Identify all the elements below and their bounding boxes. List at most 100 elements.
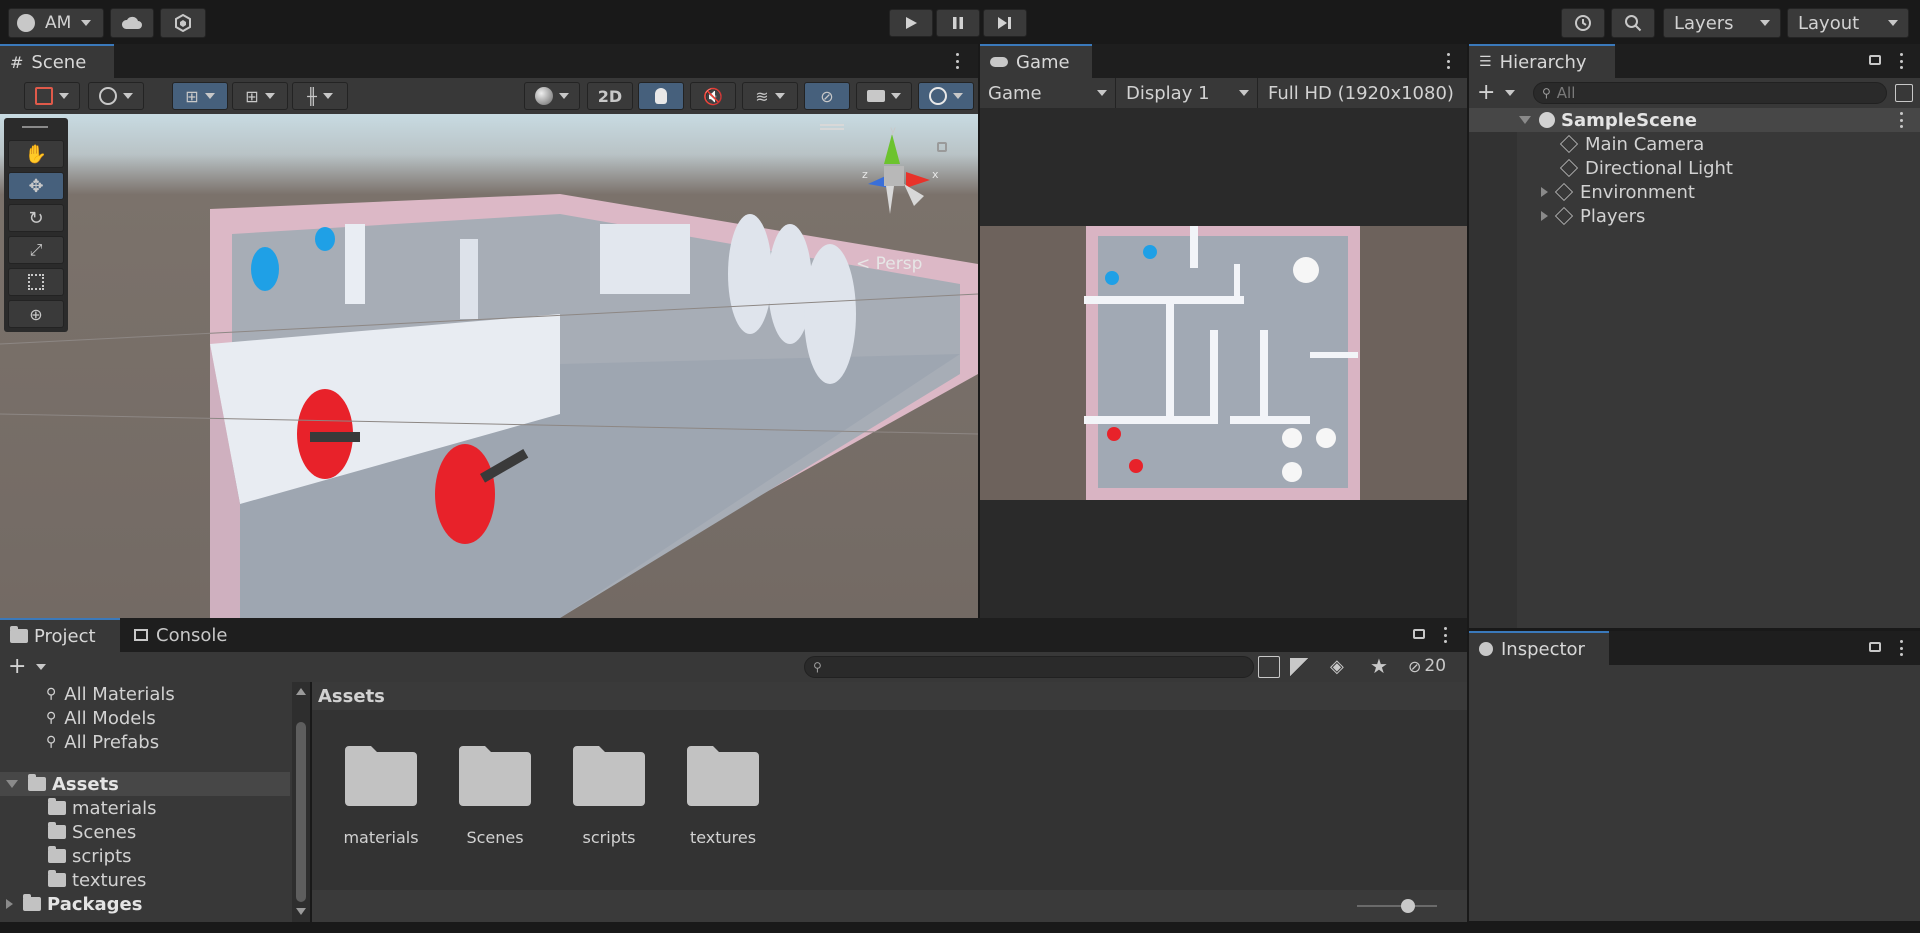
cloud-button[interactable] xyxy=(110,8,154,38)
slider-handle[interactable] xyxy=(1401,899,1415,913)
tree-packages-row[interactable]: Packages xyxy=(6,892,142,916)
scene-visibility-toggle[interactable]: ⊘ xyxy=(804,82,850,110)
filter-type-icon[interactable] xyxy=(1290,658,1308,676)
step-button[interactable] xyxy=(983,9,1027,37)
effects-button[interactable]: ≋ xyxy=(742,82,798,110)
tab-game[interactable]: Game xyxy=(980,44,1092,78)
scale-tool-button[interactable]: ⤢ xyxy=(8,236,64,264)
project-lock-icon[interactable] xyxy=(1413,629,1425,639)
tree-folder-materials[interactable]: materials xyxy=(48,796,157,820)
tab-inspector[interactable]: Inspector xyxy=(1469,631,1609,665)
expand-icon[interactable] xyxy=(1519,116,1531,124)
scrollbar-thumb[interactable] xyxy=(296,722,306,902)
layout-dropdown[interactable]: Layout xyxy=(1787,8,1909,38)
plus-icon: + xyxy=(8,654,27,679)
2d-toggle[interactable]: 2D xyxy=(587,82,633,110)
account-dropdown[interactable]: AM xyxy=(8,8,104,38)
move-tool-button[interactable]: ✥ xyxy=(8,172,64,200)
persp-label[interactable]: < Persp xyxy=(856,254,922,274)
scene-viewport[interactable]: ✋ ✥ ↻ ⤢ ⊕ y z x < Persp xyxy=(0,114,978,618)
inspector-lock-icon[interactable] xyxy=(1869,642,1881,652)
search-button[interactable] xyxy=(1611,8,1655,38)
scene-row-menu-icon[interactable] xyxy=(1899,112,1903,128)
viewport-menu-icon[interactable] xyxy=(820,124,844,130)
scene-menu-icon[interactable] xyxy=(955,53,959,69)
draw-mode-button[interactable] xyxy=(24,82,80,110)
history-button[interactable] xyxy=(1561,8,1605,38)
ruler-snap-button[interactable]: ╫ xyxy=(292,82,348,110)
tree-folder-textures[interactable]: textures xyxy=(48,868,146,892)
collab-button[interactable] xyxy=(160,8,206,38)
game-viewport[interactable] xyxy=(980,108,1467,618)
tree-folder-scripts[interactable]: scripts xyxy=(48,844,132,868)
hierarchy-item-players[interactable]: Players xyxy=(1469,204,1920,228)
hierarchy-scene-row[interactable]: SampleScene xyxy=(1469,108,1920,132)
grid-snap-button[interactable]: ⊞ xyxy=(172,82,228,110)
audio-toggle[interactable]: 🔇 xyxy=(690,82,736,110)
asset-folder-scripts[interactable]: scripts xyxy=(568,744,650,847)
play-button[interactable] xyxy=(889,9,933,37)
transform-tool-button[interactable]: ⊕ xyxy=(8,300,64,328)
expand-icon[interactable] xyxy=(6,780,18,788)
grid-icon: ⊞ xyxy=(185,86,199,106)
hierarchy-item-environment[interactable]: Environment xyxy=(1469,180,1920,204)
favorite-all-materials[interactable]: ⚲ All Materials xyxy=(46,682,175,706)
expand-icon[interactable] xyxy=(1541,187,1548,197)
hierarchy-item-directional-light[interactable]: Directional Light xyxy=(1469,156,1920,180)
favorite-all-models[interactable]: ⚲ All Models xyxy=(46,706,156,730)
project-add-button[interactable]: + xyxy=(8,656,46,678)
hierarchy-search-placeholder: All xyxy=(1556,84,1576,102)
tab-scene[interactable]: # Scene xyxy=(0,44,114,78)
hierarchy-menu-icon[interactable] xyxy=(1899,53,1903,69)
favorite-all-prefabs[interactable]: ⚲ All Prefabs xyxy=(46,730,159,754)
scroll-up-icon[interactable] xyxy=(296,688,306,695)
hidden-packages-toggle[interactable]: ⊘ 20 xyxy=(1408,656,1446,676)
hierarchy-lock-icon[interactable] xyxy=(1869,55,1881,65)
hand-tool-button[interactable]: ✋ xyxy=(8,140,64,168)
project-menu-icon[interactable] xyxy=(1443,627,1447,643)
orientation-gizmo[interactable]: y z x xyxy=(848,125,944,226)
hierarchy-add-button[interactable]: + xyxy=(1477,82,1515,104)
inspector-menu-icon[interactable] xyxy=(1899,640,1903,656)
game-mode-dropdown[interactable]: Game xyxy=(980,78,1116,108)
gizmos-button[interactable] xyxy=(918,82,974,110)
tree-assets-row[interactable]: Assets xyxy=(0,772,290,796)
display-dropdown[interactable]: Display 1 xyxy=(1118,78,1258,108)
lighting-toggle[interactable] xyxy=(638,82,684,110)
tab-scene-label: Scene xyxy=(31,51,87,73)
asset-folder-textures[interactable]: textures xyxy=(682,744,764,847)
expand-icon[interactable] xyxy=(1541,211,1548,221)
camera-button[interactable] xyxy=(856,82,912,110)
tree-scrollbar[interactable] xyxy=(292,682,310,922)
info-icon xyxy=(1479,642,1493,656)
icon-size-slider[interactable] xyxy=(1357,899,1437,913)
pause-button[interactable] xyxy=(936,9,980,37)
favorite-star-icon[interactable]: ★ xyxy=(1370,654,1388,678)
tree-folder-scenes[interactable]: Scenes xyxy=(48,820,136,844)
resolution-dropdown[interactable]: Full HD (1920x1080) xyxy=(1260,78,1467,108)
scroll-down-icon[interactable] xyxy=(296,908,306,915)
expand-icon[interactable] xyxy=(6,899,13,909)
breadcrumb-assets[interactable]: Assets xyxy=(318,686,385,707)
hierarchy-search-options-icon[interactable] xyxy=(1895,84,1913,102)
label-tag-icon[interactable]: ◈ xyxy=(1330,656,1344,677)
rect-tool-button[interactable] xyxy=(8,268,64,296)
tab-hierarchy[interactable]: ☰ Hierarchy xyxy=(1469,44,1615,78)
hierarchy-search-input[interactable]: ⚲ All xyxy=(1533,82,1887,104)
game-menu-icon[interactable] xyxy=(1446,53,1450,69)
render-mode-button[interactable] xyxy=(524,82,580,110)
search-by-type-icon[interactable] xyxy=(1258,656,1280,678)
increment-snap-button[interactable]: ⊞ xyxy=(232,82,288,110)
layers-dropdown[interactable]: Layers xyxy=(1663,8,1781,38)
rotate-tool-button[interactable]: ↻ xyxy=(8,204,64,232)
step-icon xyxy=(998,17,1011,29)
view-lock-icon[interactable] xyxy=(937,142,947,152)
asset-folder-materials[interactable]: materials xyxy=(340,744,422,847)
gameobject-icon xyxy=(1554,182,1574,202)
project-search-input[interactable]: ⚲ xyxy=(804,656,1254,678)
tab-project[interactable]: Project xyxy=(0,618,120,652)
global-local-button[interactable] xyxy=(88,82,144,110)
tab-console[interactable]: Console xyxy=(122,618,239,652)
asset-folder-scenes[interactable]: Scenes xyxy=(454,744,536,847)
hierarchy-item-main-camera[interactable]: Main Camera xyxy=(1469,132,1920,156)
